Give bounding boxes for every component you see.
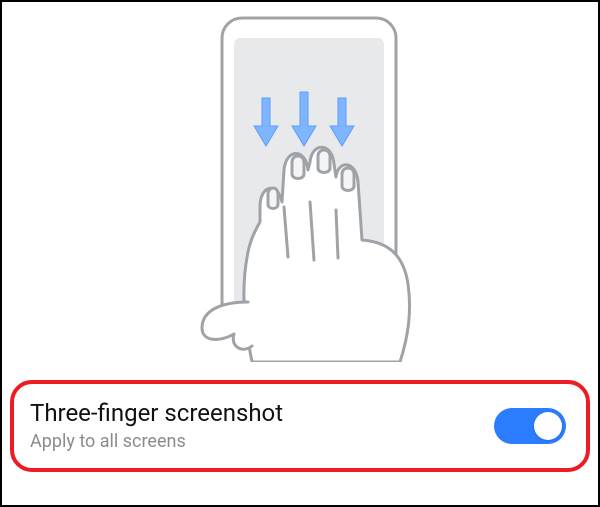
setting-subtitle: Apply to all screens bbox=[30, 430, 494, 453]
screenshot-frame: Three-finger screenshot Apply to all scr… bbox=[0, 0, 600, 507]
setting-text-block: Three-finger screenshot Apply to all scr… bbox=[30, 399, 494, 453]
three-finger-screenshot-toggle[interactable] bbox=[494, 408, 566, 444]
setting-row-highlight: Three-finger screenshot Apply to all scr… bbox=[10, 380, 590, 472]
setting-title: Three-finger screenshot bbox=[30, 399, 494, 428]
phone-hand-illustration-svg bbox=[92, 2, 512, 362]
gesture-illustration bbox=[2, 2, 600, 372]
swipe-down-arrows-icon bbox=[254, 92, 354, 146]
toggle-knob bbox=[534, 412, 562, 440]
